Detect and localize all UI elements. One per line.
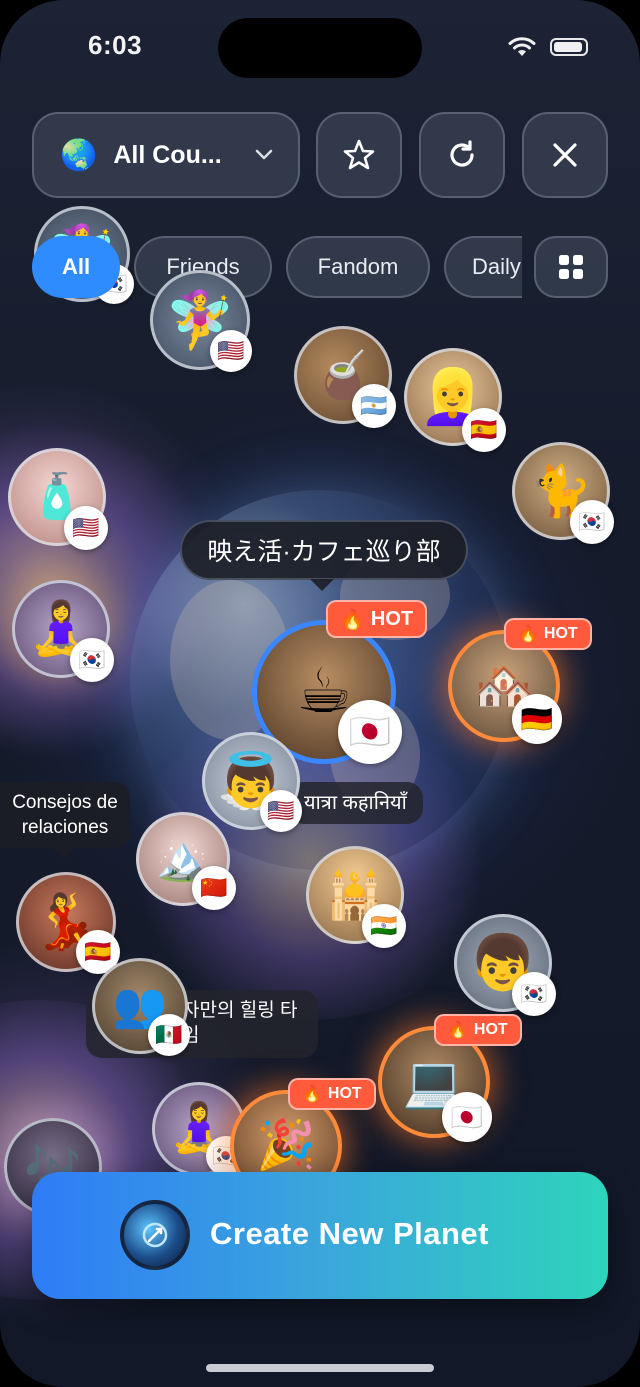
category-tabs: All Friends Fandom Daily — [32, 236, 522, 298]
flag-badge: 🇦🇷 — [352, 384, 396, 428]
flag-badge: 🇩🇪 — [512, 694, 562, 744]
hot-badge: 🔥 HOT — [326, 600, 428, 638]
featured-planet-tooltip: 映え活·カフェ巡り部 — [180, 520, 468, 580]
travel-stories-label: यात्रा कहानियाँ — [288, 782, 423, 824]
flag-badge: 🇮🇳 — [362, 904, 406, 948]
grid-icon — [559, 255, 583, 279]
tab-fandom[interactable]: Fandom — [286, 236, 430, 298]
country-filter-dropdown[interactable]: 🌏 All Cou... — [32, 112, 300, 198]
globe-icon: 🌏 — [60, 138, 98, 172]
rocket-planet-icon — [120, 1200, 190, 1270]
battery-icon — [550, 38, 588, 56]
flag-badge: 🇨🇳 — [192, 866, 236, 910]
flag-badge: 🇰🇷 — [70, 638, 114, 682]
refresh-button[interactable] — [419, 112, 505, 198]
planet-explorer-screen: 6:03 🌏 All Cou... 🧚‍♀️ 🇰🇷 — [0, 0, 640, 1387]
create-new-planet-label: Create New Planet — [210, 1216, 489, 1251]
create-new-planet-button[interactable]: Create New Planet — [32, 1172, 608, 1299]
country-filter-label: All Cou... — [113, 140, 222, 169]
favorites-button[interactable] — [316, 112, 402, 198]
tooltip-arrow — [52, 847, 76, 859]
status-icons — [508, 36, 588, 58]
hot-badge: 🔥 HOT — [504, 618, 592, 650]
star-icon — [343, 139, 375, 170]
status-time: 6:03 — [88, 30, 143, 60]
tab-daily[interactable]: Daily — [444, 236, 522, 298]
tab-all[interactable]: All — [32, 236, 120, 298]
fire-icon: 🔥 — [448, 1022, 468, 1039]
relationship-tips-tooltip: Consejos de relaciones — [0, 782, 130, 848]
festival-crowd-image: 🎉 — [256, 1119, 316, 1172]
flag-badge: 🇺🇸 — [210, 330, 252, 372]
fire-icon: 🔥 — [518, 626, 538, 643]
chevron-down-icon — [255, 144, 273, 167]
home-indicator[interactable] — [206, 1364, 434, 1372]
flag-badge: 🇲🇽 — [148, 1014, 190, 1056]
close-button[interactable] — [522, 112, 608, 198]
flag-badge: 🇯🇵 — [442, 1092, 492, 1142]
wifi-icon — [508, 37, 536, 56]
refresh-icon — [450, 140, 474, 167]
hot-badge: 🔥 HOT — [434, 1014, 522, 1046]
close-icon — [553, 143, 577, 167]
flag-badge: 🇯🇵 — [338, 700, 402, 764]
fire-icon: 🔥 — [302, 1086, 322, 1103]
grid-view-button[interactable] — [534, 236, 608, 298]
flag-badge: 🇪🇸 — [462, 408, 506, 452]
flag-badge: 🇺🇸 — [64, 506, 108, 550]
hot-badge: 🔥 HOT — [288, 1078, 376, 1110]
tooltip-arrow — [310, 579, 334, 591]
dynamic-island — [218, 18, 422, 78]
flag-badge: 🇰🇷 — [512, 972, 556, 1016]
fire-icon: 🔥 — [340, 608, 365, 631]
flag-badge: 🇰🇷 — [570, 500, 614, 544]
flag-badge: 🇺🇸 — [260, 790, 302, 832]
